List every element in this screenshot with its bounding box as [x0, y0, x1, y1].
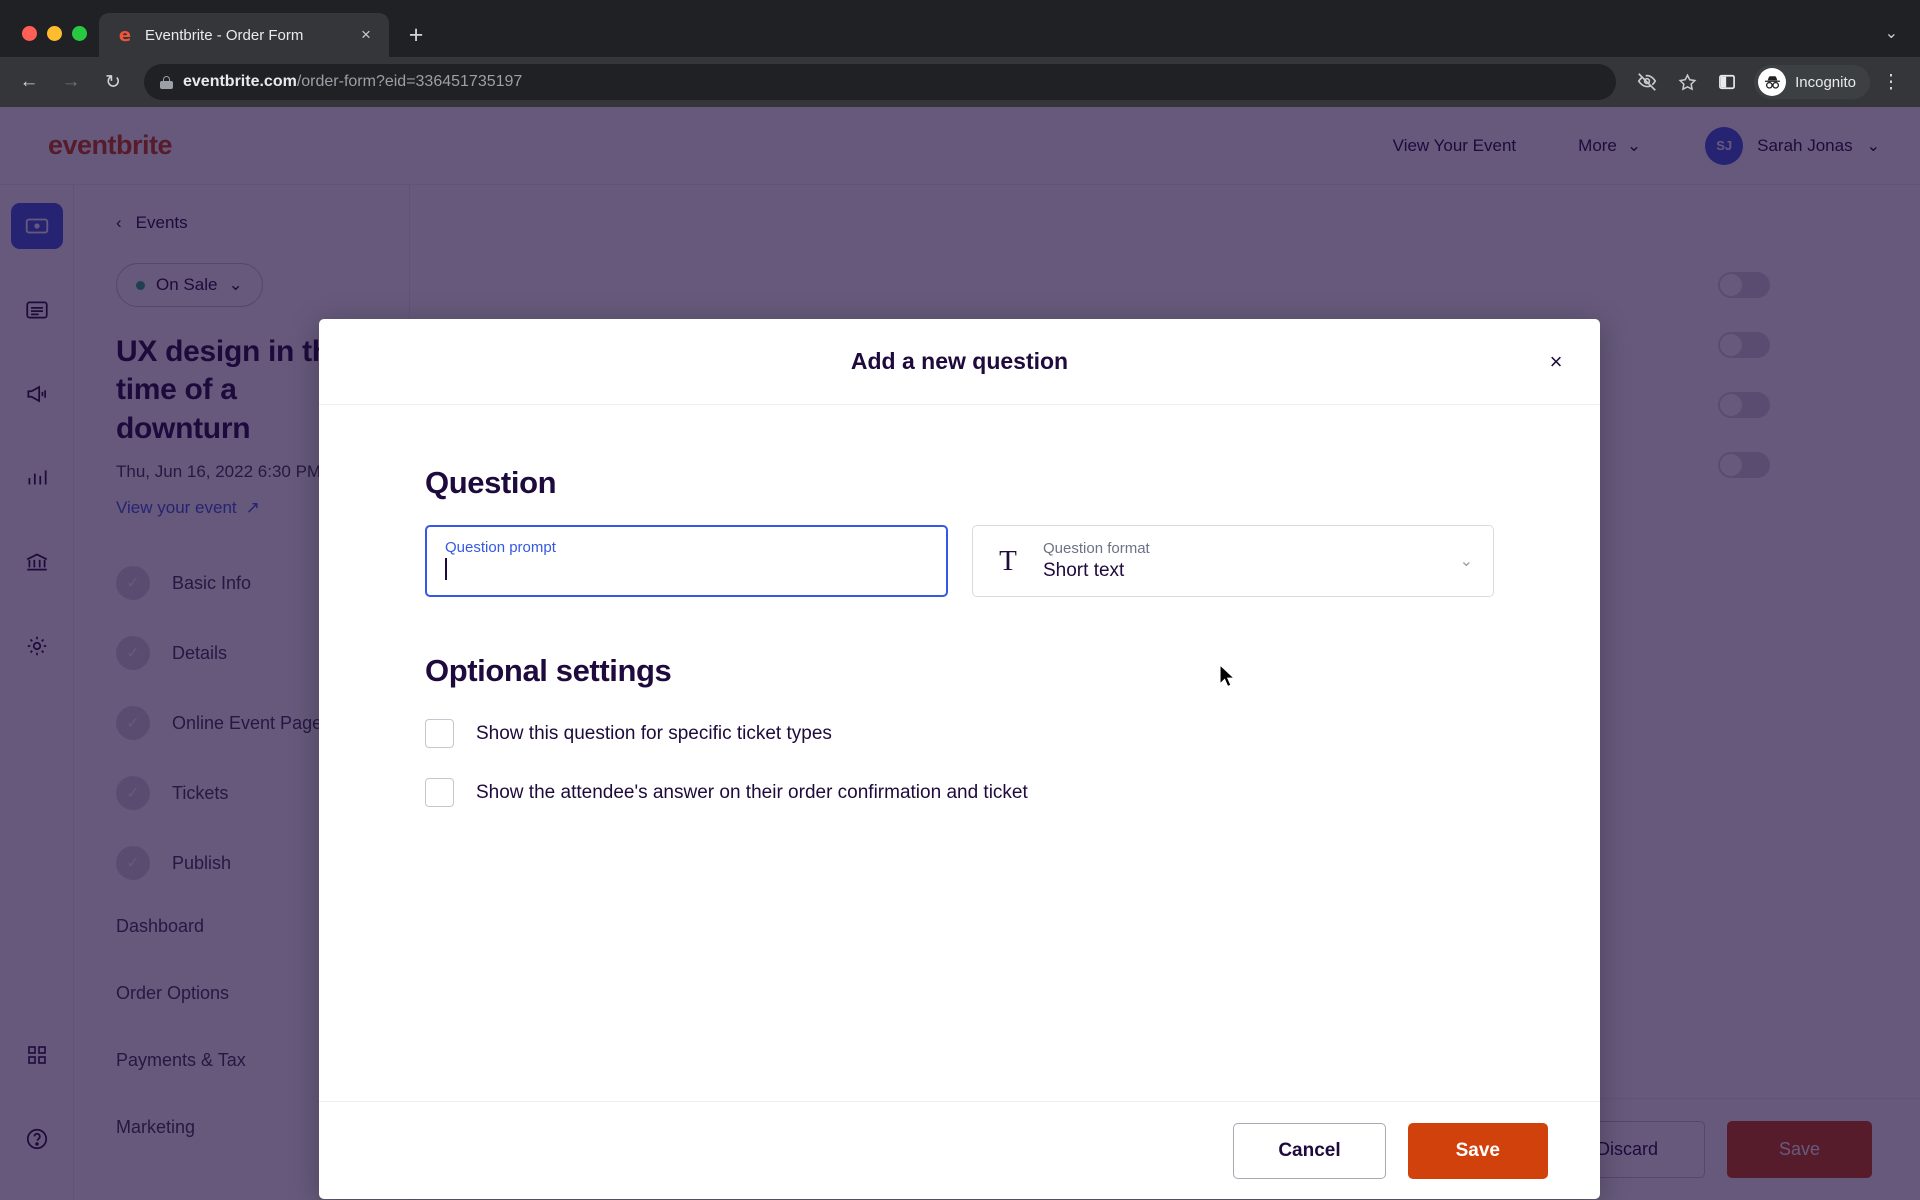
show-answer-on-ticket-checkbox[interactable] [425, 778, 454, 807]
chevron-down-icon: ⌄ [1459, 553, 1473, 570]
question-format-select[interactable]: T Question format Short text ⌄ [972, 525, 1494, 597]
optional-setting-row[interactable]: Show this question for specific ticket t… [425, 719, 1600, 748]
incognito-label: Incognito [1795, 73, 1856, 91]
toolbar-actions: Incognito ⋮ [1628, 63, 1910, 101]
modal-title: Add a new question [850, 348, 1069, 374]
side-panel-icon[interactable] [1708, 63, 1746, 101]
browser-window: e Eventbrite - Order Form × + ⌄ ← → ↻ ev… [0, 0, 1920, 1200]
browser-toolbar: ← → ↻ eventbrite.com/order-form?eid=3364… [0, 57, 1920, 107]
window-traffic-lights [14, 26, 99, 57]
question-format-texts: Question format Short text [1043, 540, 1438, 582]
text-caret [445, 558, 447, 580]
add-question-modal: Add a new question × Question Question p… [319, 319, 1600, 1199]
maximize-window-button[interactable] [72, 26, 87, 41]
tab-title: Eventbrite - Order Form [145, 26, 304, 44]
save-button[interactable]: Save [1407, 1122, 1548, 1179]
new-tab-button[interactable]: + [399, 18, 433, 52]
show-answer-on-ticket-label: Show the attendee's answer on their orde… [476, 781, 1028, 803]
lock-icon [160, 75, 173, 89]
close-window-button[interactable] [22, 26, 37, 41]
question-prompt-value [445, 556, 928, 582]
url-host: eventbrite.com [183, 73, 297, 90]
specific-ticket-types-label: Show this question for specific ticket t… [476, 722, 832, 744]
tab-search-chevron-down-icon[interactable]: ⌄ [1885, 23, 1898, 43]
url-text: eventbrite.com/order-form?eid=3364517351… [183, 73, 522, 91]
modal-footer: Cancel Save [319, 1101, 1600, 1199]
url-path: /order-form?eid=336451735197 [296, 73, 523, 90]
eventbrite-favicon-icon: e [118, 24, 132, 46]
question-prompt-input[interactable]: Question prompt [425, 525, 948, 597]
minimize-window-button[interactable] [47, 26, 62, 41]
eye-off-icon[interactable] [1628, 63, 1666, 101]
cancel-button[interactable]: Cancel [1233, 1122, 1386, 1179]
tab-strip: e Eventbrite - Order Form × + ⌄ [0, 0, 1920, 57]
question-section-title: Question [425, 465, 557, 500]
back-icon[interactable]: ← [10, 63, 48, 101]
question-format-label: Question format [1043, 540, 1150, 557]
modal-header: Add a new question × [319, 319, 1600, 405]
chrome-menu-icon[interactable]: ⋮ [1872, 63, 1910, 101]
question-field-row: Question prompt T Question format Short … [425, 525, 1600, 597]
incognito-indicator[interactable]: Incognito [1754, 65, 1870, 99]
incognito-avatar-icon [1758, 68, 1787, 96]
optional-settings-title: Optional settings [425, 653, 672, 688]
address-bar[interactable]: eventbrite.com/order-form?eid=3364517351… [144, 64, 1617, 100]
modal-body: Question Question prompt T Question form… [319, 405, 1600, 1101]
reload-icon[interactable]: ↻ [94, 63, 132, 101]
web-page: eventbrite View Your Event More ⌄ SJ Sar… [0, 107, 1920, 1200]
question-format-value: Short text [1043, 560, 1125, 581]
close-icon[interactable]: × [1538, 344, 1574, 380]
bookmark-star-icon[interactable] [1668, 63, 1706, 101]
optional-setting-row[interactable]: Show the attendee's answer on their orde… [425, 778, 1600, 807]
question-prompt-label: Question prompt [445, 539, 556, 556]
browser-tab[interactable]: e Eventbrite - Order Form × [99, 13, 389, 57]
close-tab-button[interactable]: × [355, 24, 377, 46]
text-format-t-icon: T [999, 544, 1017, 577]
specific-ticket-types-checkbox[interactable] [425, 719, 454, 748]
forward-icon[interactable]: → [52, 63, 90, 101]
